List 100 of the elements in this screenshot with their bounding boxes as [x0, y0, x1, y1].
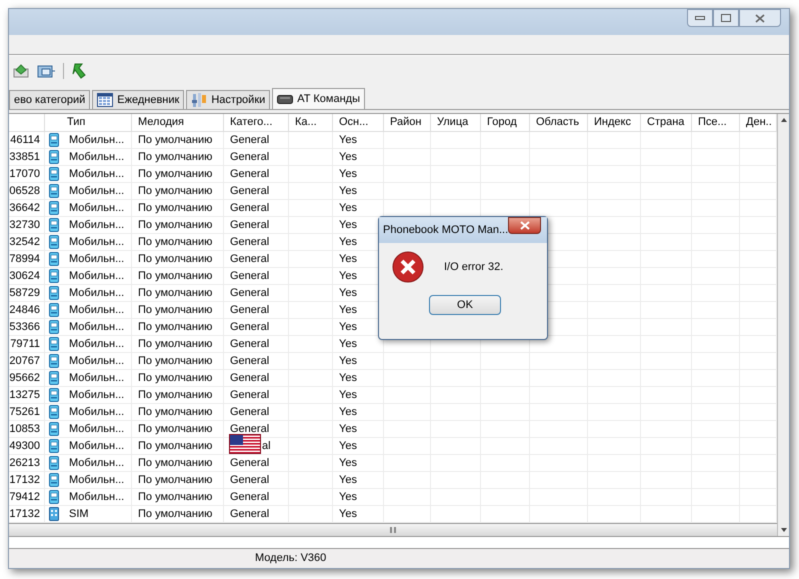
table-cell: Yes — [333, 472, 384, 488]
phone-icon — [49, 354, 59, 368]
table-cell-text: General — [230, 404, 270, 420]
table-cell: 95662 — [9, 370, 45, 386]
table-cell-text: Мобильн... — [69, 456, 124, 471]
table-cell-text: General — [230, 252, 270, 267]
table-cell: По умолчанию — [132, 182, 224, 199]
table-cell: Yes — [333, 200, 384, 216]
down-arrow-icon[interactable] — [780, 528, 786, 532]
column-header[interactable]: Город — [481, 114, 530, 131]
phone-icon — [49, 218, 59, 232]
column-header[interactable]: Катего... — [224, 114, 289, 131]
table-cell: 49300 — [9, 438, 45, 454]
table-cell-text: Мобильн... — [69, 268, 124, 284]
phone-icon — [49, 422, 59, 436]
table-cell-text: al — [261, 438, 271, 454]
table-cell-text: Мобильн... — [69, 370, 124, 386]
maximize-button[interactable] — [713, 9, 739, 27]
table-cell-text: General — [230, 166, 270, 182]
folder-icon[interactable] — [37, 64, 55, 78]
column-header[interactable]: Ка... — [289, 114, 333, 131]
close-button[interactable] — [739, 9, 781, 27]
close-button[interactable] — [508, 217, 541, 234]
table-cell: По умолчанию — [132, 132, 224, 148]
table-cell-text: SIM — [69, 506, 89, 522]
table-cell-text: General — [230, 132, 270, 148]
table-cell: По умолчанию — [132, 472, 224, 488]
table-cell: 30624 — [9, 268, 45, 284]
column-header[interactable]: Осн... — [333, 114, 384, 131]
table-cell: 13275 — [9, 386, 45, 403]
table-cell: По умолчанию — [132, 216, 224, 233]
tab[interactable]: AT Команды — [272, 88, 365, 109]
phone-icon — [49, 404, 59, 419]
table-cell-text: Мобильн... — [69, 354, 124, 369]
phone-icon — [49, 252, 59, 266]
table-cell: 32730 — [9, 216, 45, 233]
table-cell: 20767 — [9, 352, 45, 369]
table-cell: Yes — [333, 370, 384, 386]
table-cell: По умолчанию — [132, 438, 224, 454]
table-cell: По умолчанию — [132, 506, 224, 522]
phone-icon — [49, 286, 59, 300]
column-header[interactable]: Индекс — [588, 114, 641, 131]
table-cell-text: Мобильн... — [69, 200, 124, 216]
table-cell: По умолчанию — [132, 454, 224, 471]
table-cell-text: General — [230, 388, 270, 403]
table-cell-text: General — [230, 370, 270, 386]
column-header[interactable]: Псе... — [692, 114, 740, 131]
table-cell-text: Мобильн... — [69, 404, 124, 420]
up-arrow-icon[interactable] — [780, 118, 786, 122]
column-header[interactable]: Тип — [45, 114, 132, 131]
table-cell: Yes — [333, 454, 384, 471]
status-text: Модель: V360 — [255, 551, 326, 566]
table-cell: По умолчанию — [132, 234, 224, 250]
table-cell-text: Мобильн... — [69, 234, 124, 250]
vertical-scrollbar[interactable] — [777, 114, 789, 536]
ok-button[interactable]: OK — [429, 295, 501, 315]
grip-icon — [390, 526, 396, 533]
phone-icon — [49, 336, 59, 351]
table-cell-text: Мобильн... — [69, 286, 124, 301]
table-cell-text: Мобильн... — [69, 388, 124, 403]
close-icon — [755, 14, 765, 22]
calendar-icon — [97, 93, 114, 107]
column-header[interactable]: Страна — [641, 114, 692, 131]
table-cell: По умолчанию — [132, 148, 224, 165]
column-header[interactable]: Район — [384, 114, 431, 131]
column-header[interactable]: Мелодия — [132, 114, 224, 131]
table-cell-text: General — [230, 422, 270, 437]
table-cell-text: General — [230, 268, 270, 284]
tab[interactable]: Ежедневник — [92, 90, 184, 109]
table-cell: По умолчанию — [132, 166, 224, 182]
column-header[interactable]: Область — [530, 114, 588, 131]
settings-icon — [191, 92, 208, 108]
table-cell-text: Мобильн... — [69, 320, 124, 335]
table-cell-text: Мобильн... — [69, 132, 124, 148]
table-cell-text: General — [230, 184, 270, 199]
minimize-button[interactable] — [687, 9, 713, 27]
table-cell-text: Мобильн... — [69, 252, 124, 267]
modem-icon — [277, 93, 294, 105]
tab[interactable]: ево категорий — [9, 90, 90, 109]
table-cell: Yes — [333, 132, 384, 148]
horizontal-scrollbar[interactable] — [9, 522, 777, 536]
table-cell: По умолчанию — [132, 420, 224, 437]
envelope-icon[interactable] — [13, 64, 29, 78]
table-cell-text: General — [230, 286, 270, 301]
dialog-title: Phonebook MOTO Man... — [383, 222, 508, 238]
table-cell: По умолчанию — [132, 404, 224, 420]
table-cell-text: General — [230, 490, 270, 505]
table-cell-text: Мобильн... — [69, 218, 124, 233]
table-cell: Yes — [333, 506, 384, 522]
table-cell: По умолчанию — [132, 488, 224, 505]
column-header[interactable]: Улица — [431, 114, 481, 131]
table-cell: 53366 — [9, 318, 45, 335]
table-cell: По умолчанию — [132, 200, 224, 216]
table-cell: Yes — [333, 182, 384, 199]
error-icon — [392, 251, 424, 283]
phone-icon — [49, 456, 59, 470]
tab[interactable]: Настройки — [186, 90, 270, 109]
phone-icon — [49, 388, 59, 402]
refresh-arrow-icon[interactable] — [72, 62, 86, 78]
table-cell: По умолчанию — [132, 284, 224, 301]
